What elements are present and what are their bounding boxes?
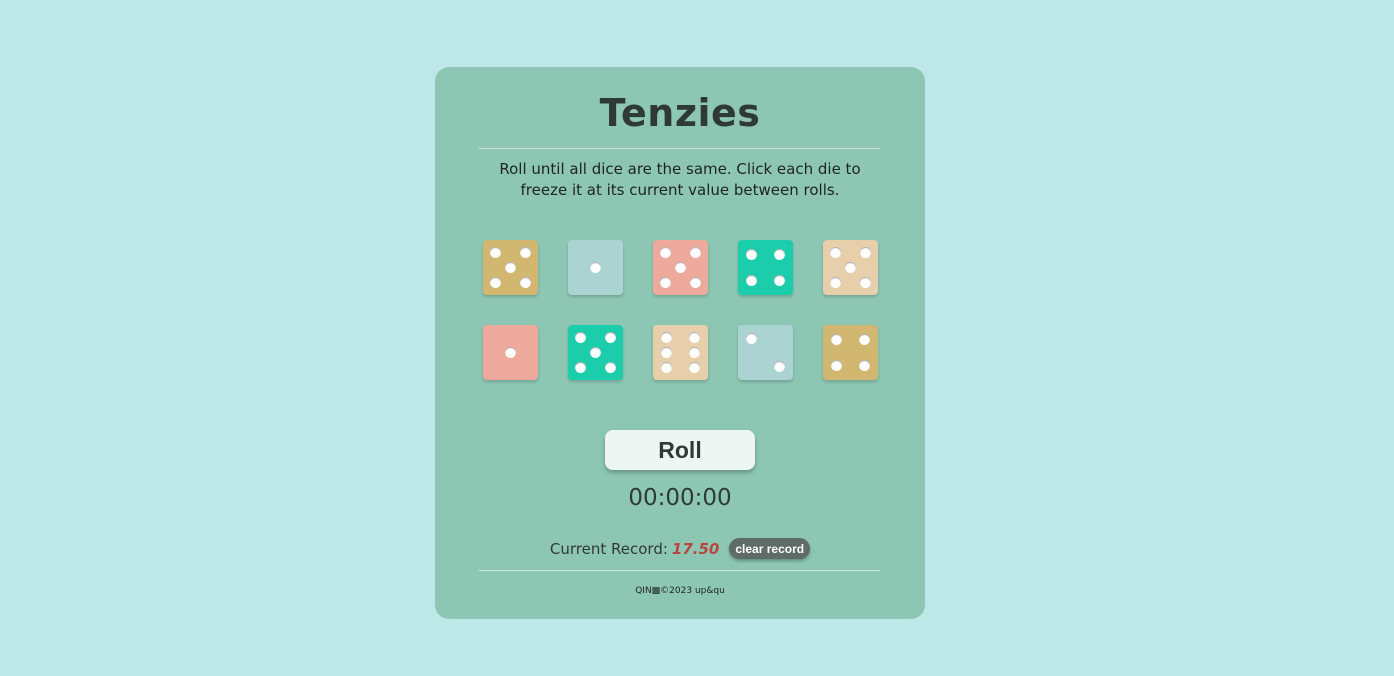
die-pip xyxy=(574,331,586,343)
die-pip xyxy=(746,249,758,261)
die-6[interactable] xyxy=(483,325,538,380)
die-pip xyxy=(860,277,872,289)
die-pip xyxy=(773,274,785,286)
die-9[interactable] xyxy=(738,325,793,380)
game-card: Tenzies Roll until all dice are the same… xyxy=(435,67,925,619)
die-pip xyxy=(505,262,516,273)
die-pip xyxy=(605,331,617,343)
timer-display: 00:00:00 xyxy=(628,485,732,511)
die-pip xyxy=(690,246,702,258)
die-8[interactable] xyxy=(653,325,708,380)
die-pip xyxy=(605,362,617,374)
page-title: Tenzies xyxy=(599,91,761,135)
die-pip xyxy=(505,347,516,358)
die-3[interactable] xyxy=(653,240,708,295)
die-pip xyxy=(688,331,700,343)
die-pip xyxy=(574,362,586,374)
footer-text: QIN▩©2023 up&qu xyxy=(635,586,725,596)
die-pip xyxy=(661,362,673,374)
record-value: 17.50 xyxy=(671,539,720,558)
die-pip xyxy=(860,246,872,258)
die-pip xyxy=(829,277,841,289)
dice-grid xyxy=(483,240,878,380)
die-pip xyxy=(590,347,601,358)
die-pip xyxy=(675,262,686,273)
die-pip xyxy=(688,347,700,358)
die-4[interactable] xyxy=(738,240,793,295)
die-pip xyxy=(831,359,843,371)
die-pip xyxy=(661,347,673,358)
die-pip xyxy=(845,262,856,273)
die-pip xyxy=(773,249,785,261)
record-row: Current Record: 17.50 clear record xyxy=(435,538,925,559)
die-pip xyxy=(520,246,532,258)
die-2[interactable] xyxy=(568,240,623,295)
die-pip xyxy=(688,362,700,374)
die-pip xyxy=(659,246,671,258)
die-pip xyxy=(773,360,785,372)
die-pip xyxy=(489,277,501,289)
die-10[interactable] xyxy=(823,325,878,380)
instructions-text: Roll until all dice are the same. Click … xyxy=(499,160,861,199)
die-pip xyxy=(858,359,870,371)
die-pip xyxy=(590,262,601,273)
die-pip xyxy=(661,331,673,343)
die-pip xyxy=(858,334,870,346)
die-pip xyxy=(690,277,702,289)
footer-divider xyxy=(479,570,880,571)
die-1[interactable] xyxy=(483,240,538,295)
die-7[interactable] xyxy=(568,325,623,380)
die-pip xyxy=(831,334,843,346)
die-pip xyxy=(746,274,758,286)
record-label: Current Record: xyxy=(549,539,668,558)
die-pip xyxy=(520,277,532,289)
clear-record-button[interactable]: clear record xyxy=(729,538,811,559)
roll-button[interactable]: Roll xyxy=(605,430,755,470)
die-pip xyxy=(659,277,671,289)
die-pip xyxy=(746,333,758,345)
die-5[interactable] xyxy=(823,240,878,295)
title-divider xyxy=(479,148,880,149)
die-pip xyxy=(829,246,841,258)
die-pip xyxy=(489,246,501,258)
